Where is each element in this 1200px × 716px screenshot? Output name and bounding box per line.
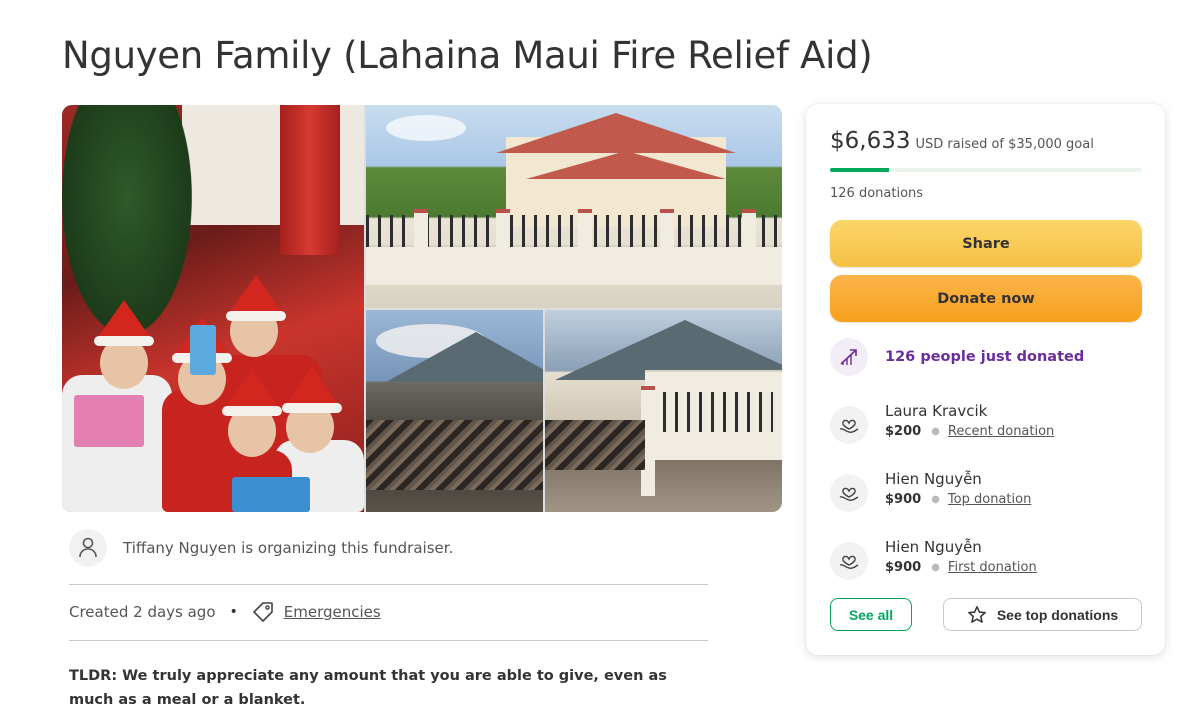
star-icon xyxy=(967,605,986,623)
user-icon xyxy=(69,529,107,567)
story-tldr: TLDR: We truly appreciate any amount tha… xyxy=(69,668,667,708)
page-title: Nguyen Family (Lahaina Maui Fire Relief … xyxy=(62,34,873,77)
donation-type-link[interactable]: Top donation xyxy=(948,492,1031,507)
donation-type-link[interactable]: First donation xyxy=(948,560,1037,575)
donor-name: Hien Nguyễn xyxy=(885,470,982,488)
donor-amount: $200 xyxy=(885,424,922,439)
tag-icon xyxy=(252,601,274,623)
heart-hand-icon xyxy=(830,542,868,580)
created-date: Created 2 days ago xyxy=(69,603,216,621)
donor-name: Hien Nguyễn xyxy=(885,538,982,556)
heart-hand-icon xyxy=(830,474,868,512)
donate-now-button[interactable]: Donate now xyxy=(830,275,1142,322)
goal-text: USD raised of $35,000 goal xyxy=(915,137,1094,152)
amount-raised: $6,633 USD raised of $35,000 goal xyxy=(830,128,1094,154)
donor-amount: $900 xyxy=(885,492,922,507)
divider xyxy=(69,584,708,585)
burned-property-photo xyxy=(366,310,543,512)
divider xyxy=(69,640,708,641)
fundraiser-meta: Created 2 days ago • Emergencies xyxy=(69,598,381,626)
see-top-donations-button[interactable]: See top donations xyxy=(943,598,1142,631)
donor-item: Laura Kravcik $200 ● Recent donation xyxy=(830,401,1054,444)
see-top-donations-label: See top donations xyxy=(996,606,1119,623)
see-all-button[interactable]: See all xyxy=(830,598,912,631)
organizer-text: Tiffany Nguyen is organizing this fundra… xyxy=(123,539,454,557)
category-link[interactable]: Emergencies xyxy=(284,603,381,621)
burned-house-photo xyxy=(545,310,782,512)
donor-amount: $900 xyxy=(885,560,922,575)
donor-item: Hien Nguyễn $900 ● Top donation xyxy=(830,469,1031,512)
meta-separator: • xyxy=(229,604,238,620)
donation-card: $6,633 USD raised of $35,000 goal 126 do… xyxy=(806,104,1165,655)
trending-up-icon xyxy=(830,338,868,376)
heart-hand-icon xyxy=(830,406,868,444)
just-donated-text: 126 people just donated xyxy=(885,349,1085,365)
organizer-row: Tiffany Nguyen is organizing this fundra… xyxy=(69,528,453,568)
donation-type-link[interactable]: Recent donation xyxy=(948,424,1054,439)
progress-bar xyxy=(830,168,1142,172)
progress-fill xyxy=(830,168,890,172)
share-button[interactable]: Share xyxy=(830,220,1142,267)
recent-activity: 126 people just donated xyxy=(830,338,1084,376)
raised-amount: $6,633 xyxy=(830,128,911,154)
fundraiser-photo-collage[interactable] xyxy=(62,105,782,512)
house-before-photo xyxy=(366,105,782,308)
donations-count: 126 donations xyxy=(830,186,924,201)
donor-name: Laura Kravcik xyxy=(885,402,988,420)
donor-item: Hien Nguyễn $900 ● First donation xyxy=(830,537,1037,580)
family-christmas-photo xyxy=(62,105,364,512)
